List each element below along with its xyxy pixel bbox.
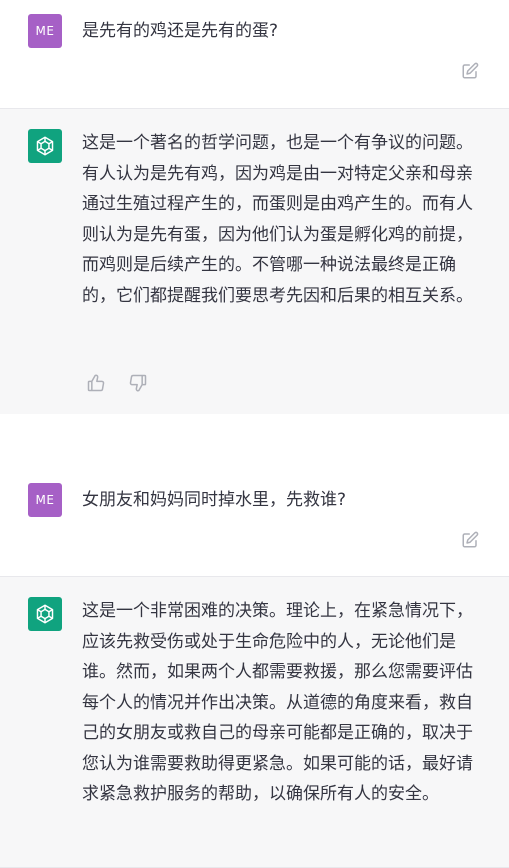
- user-avatar: ME: [28, 14, 62, 48]
- assistant-message: 这是一个非常困难的决策。理论上，在紧急情况下，应该先救受伤或处于生命危险中的人，…: [0, 576, 509, 868]
- openai-logo-icon: [28, 129, 62, 163]
- user-message: ME 女朋友和妈妈同时掉水里，先救谁?: [0, 414, 509, 576]
- user-avatar: ME: [28, 483, 62, 517]
- edit-icon[interactable]: [461, 62, 479, 80]
- chat-thread: ME 是先有的鸡还是先有的蛋? 这是一个著名的哲学问题，也是一个有争议的问题。有…: [0, 0, 509, 868]
- edit-icon[interactable]: [461, 531, 479, 549]
- user-message: ME 是先有的鸡还是先有的蛋?: [0, 0, 509, 108]
- assistant-message-text: 这是一个非常困难的决策。理论上，在紧急情况下，应该先救受伤或处于生命危险中的人，…: [82, 601, 473, 804]
- user-message-text: 是先有的鸡还是先有的蛋?: [82, 21, 279, 41]
- thumbs-up-icon[interactable]: [86, 373, 106, 393]
- user-message-text: 女朋友和妈妈同时掉水里，先救谁?: [82, 490, 347, 510]
- openai-logo-icon: [28, 597, 62, 631]
- assistant-message: 这是一个著名的哲学问题，也是一个有争议的问题。有人认为是先有鸡，因为鸡是由一对特…: [0, 108, 509, 416]
- thumbs-down-icon[interactable]: [128, 373, 148, 393]
- assistant-message-text: 这是一个著名的哲学问题，也是一个有争议的问题。有人认为是先有鸡，因为鸡是由一对特…: [82, 133, 473, 306]
